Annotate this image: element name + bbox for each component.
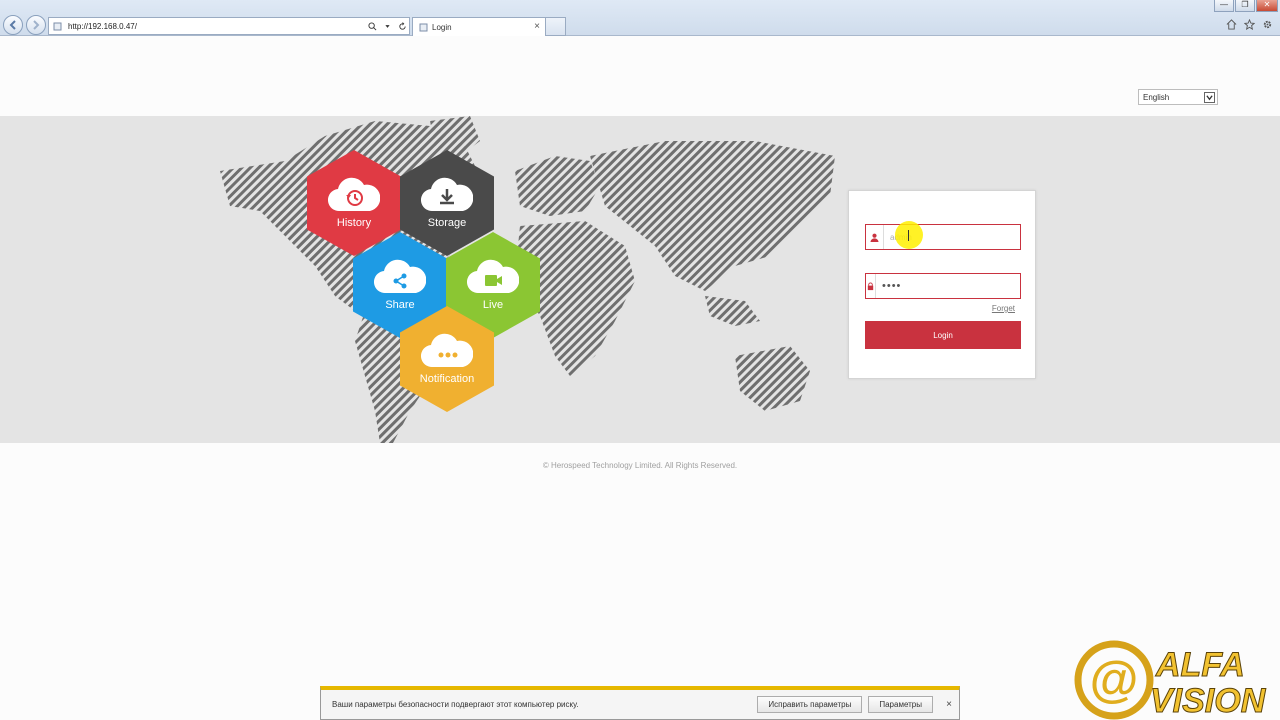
forget-password-link[interactable]: Forget <box>992 304 1015 313</box>
login-panel: Forget Login <box>848 190 1036 379</box>
feature-storage-label: Storage <box>427 217 467 229</box>
favorites-star-icon[interactable] <box>1243 18 1256 31</box>
chevron-down-icon[interactable] <box>1204 91 1215 103</box>
minimize-button[interactable]: — <box>1214 0 1234 12</box>
svg-text:@: @ <box>1090 651 1139 707</box>
window-controls: — ❐ ✕ <box>1214 0 1278 12</box>
password-input[interactable] <box>876 275 1024 297</box>
password-field[interactable] <box>865 273 1024 299</box>
history-icon <box>346 190 363 206</box>
security-notification-bar: Ваши параметры безопасности подвергают э… <box>320 686 960 720</box>
close-window-button[interactable]: ✕ <box>1256 0 1278 12</box>
address-bar[interactable]: http://192.168.0.47/ <box>48 17 410 35</box>
user-icon <box>866 225 884 249</box>
login-button[interactable]: Login <box>865 321 1021 349</box>
username-field[interactable] <box>865 224 1021 250</box>
back-button[interactable] <box>3 15 23 35</box>
browser-toolbar: http://192.168.0.47/ Login × — ❐ ✕ <box>0 0 1280 36</box>
search-icon[interactable] <box>367 21 377 31</box>
security-message: Ваши параметры безопасности подвергают э… <box>332 700 579 709</box>
new-tab-button[interactable] <box>546 17 566 36</box>
close-notification-icon[interactable]: × <box>943 699 955 710</box>
settings-button[interactable]: Параметры <box>868 696 933 713</box>
alfa-vision-logo: @ ALFA VISION <box>1074 640 1267 720</box>
browser-tab-login[interactable]: Login × <box>412 17 546 36</box>
cloud-icon <box>421 333 473 369</box>
cloud-icon <box>328 177 380 213</box>
share-icon <box>393 273 407 289</box>
refresh-icon[interactable] <box>397 21 407 31</box>
forward-button[interactable] <box>26 15 46 35</box>
feature-share-label: Share <box>385 299 415 311</box>
download-icon <box>440 189 454 205</box>
language-value: English <box>1143 92 1170 102</box>
tab-close-icon[interactable]: × <box>532 22 542 32</box>
gear-icon[interactable] <box>1261 18 1274 31</box>
svg-text:ALFA: ALFA <box>1155 646 1245 684</box>
video-camera-icon <box>485 275 502 286</box>
arrow-right-icon <box>33 20 40 30</box>
home-icon[interactable] <box>1225 18 1238 31</box>
restore-button[interactable]: ❐ <box>1235 0 1255 12</box>
cloud-icon <box>374 259 426 295</box>
tab-title: Login <box>432 22 452 32</box>
svg-text:VISION: VISION <box>1150 682 1267 720</box>
page-icon <box>53 22 62 30</box>
address-url[interactable]: http://192.168.0.47/ <box>68 22 364 31</box>
copyright-text: © Herospeed Technology Limited. All Righ… <box>542 461 738 470</box>
lock-icon <box>866 274 876 298</box>
feature-notification-label: Notification <box>419 373 475 385</box>
fix-settings-button[interactable]: Исправить параметры <box>757 696 863 713</box>
dropdown-arrow-icon[interactable] <box>382 21 392 31</box>
browser-tools <box>1225 18 1274 31</box>
feature-live-label: Live <box>482 299 504 311</box>
tab-page-icon <box>419 23 428 31</box>
language-select[interactable]: English <box>1138 89 1218 105</box>
chat-dots-icon <box>438 352 458 358</box>
text-cursor-icon <box>908 230 911 241</box>
feature-history-label: History <box>336 217 372 229</box>
arrow-left-icon <box>9 20 16 30</box>
cloud-icon <box>467 259 519 295</box>
cloud-icon <box>421 177 473 213</box>
